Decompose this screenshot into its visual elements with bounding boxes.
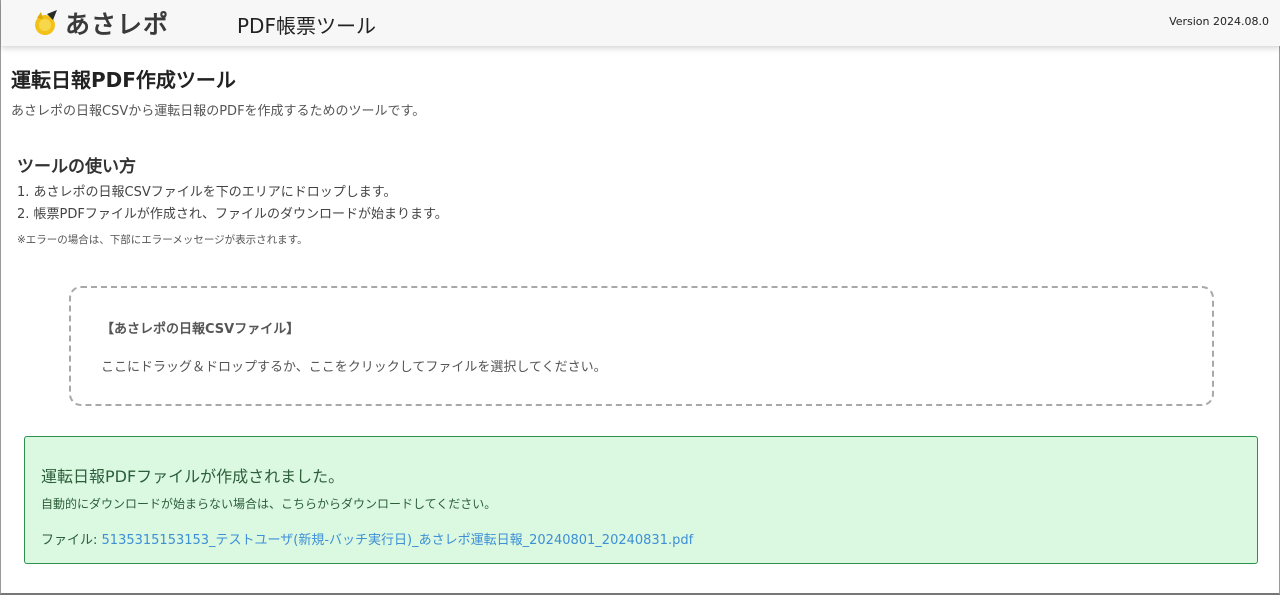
howto-steps: 1. あさレポの日報CSVファイルを下のエリアにドロップします。 2. 帳票PD… bbox=[17, 184, 448, 228]
dropzone-title: 【あさレポの日報CSVファイル】 bbox=[101, 322, 300, 337]
tool-title: PDF帳票ツール bbox=[237, 14, 376, 38]
howto-step: 1. あさレポの日報CSVファイルを下のエリアにドロップします。 bbox=[17, 185, 397, 200]
howto-step: 2. 帳票PDFファイルが作成され、ファイルのダウンロードが始まります。 bbox=[17, 207, 448, 222]
app-frame: あさレポ PDF帳票ツール Version 2024.08.0 運転日報PDF作… bbox=[0, 0, 1280, 595]
success-alert: 運転日報PDFファイルが作成されました。 自動的にダウンロードが始まらない場合は… bbox=[24, 436, 1258, 564]
asarepo-logo-icon bbox=[35, 10, 57, 35]
success-title: 運転日報PDFファイルが作成されました。 bbox=[41, 467, 345, 486]
app-header: あさレポ PDF帳票ツール Version 2024.08.0 bbox=[1, 0, 1280, 46]
version-label: Version 2024.08.0 bbox=[1169, 15, 1269, 28]
pdf-download-link[interactable]: 5135315153153_テストユーザ(新規-バッチ実行日)_あさレポ運転日報… bbox=[102, 533, 694, 548]
logo-text: あさレポ bbox=[65, 10, 170, 39]
logo[interactable]: あさレポ bbox=[31, 7, 169, 39]
howto-title: ツールの使い方 bbox=[17, 157, 136, 177]
success-subtitle: 自動的にダウンロードが始まらない場合は、こちらからダウンロードしてください。 bbox=[41, 497, 497, 511]
file-label: ファイル: bbox=[41, 533, 98, 548]
dropzone-hint: ここにドラッグ＆ドロップするか、ここをクリックしてファイルを選択してください。 bbox=[101, 360, 607, 375]
csv-dropzone[interactable]: 【あさレポの日報CSVファイル】 ここにドラッグ＆ドロップするか、ここをクリック… bbox=[69, 286, 1214, 406]
file-row: ファイル: 5135315153153_テストユーザ(新規-バッチ実行日)_あさ… bbox=[41, 529, 693, 548]
error-note: ※エラーの場合は、下部にエラーメッセージが表示されます。 bbox=[17, 234, 308, 246]
page-description: あさレポの日報CSVから運転日報のPDFを作成するためのツールです。 bbox=[11, 104, 426, 119]
page-title: 運転日報PDF作成ツール bbox=[11, 68, 236, 92]
